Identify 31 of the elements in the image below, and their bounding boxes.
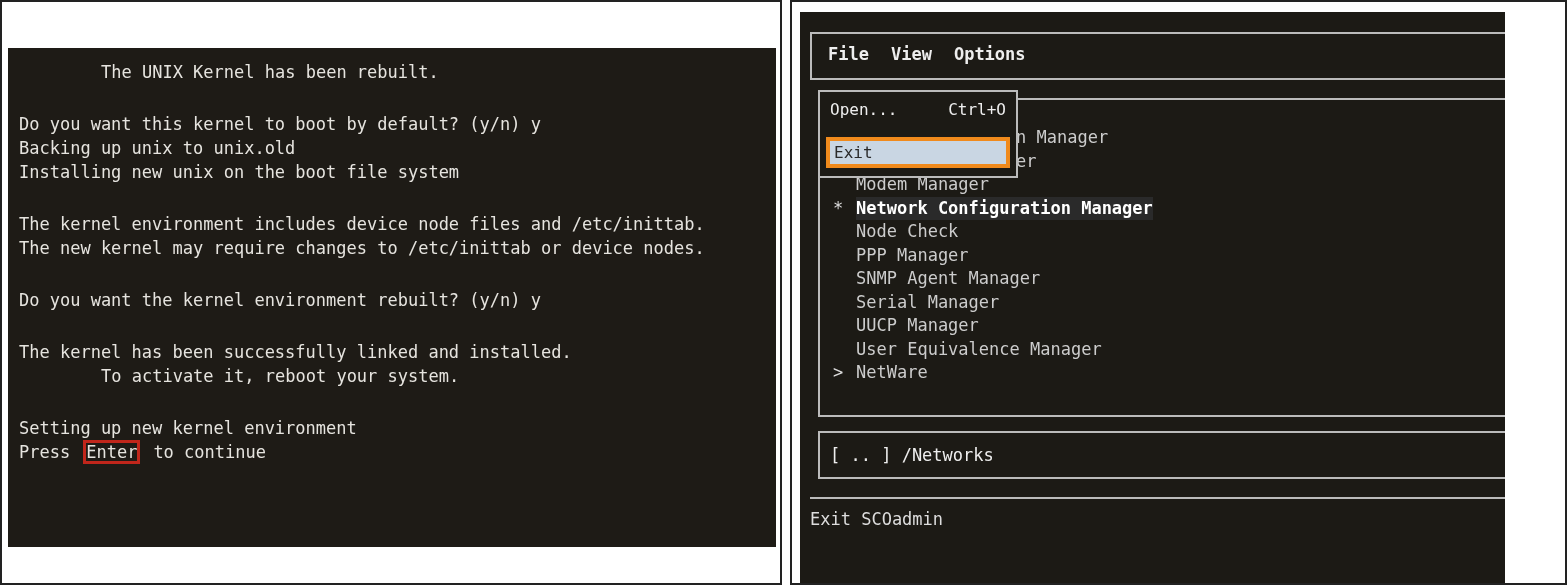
menu-item[interactable]: Open... Ctrl+O <box>826 96 1010 123</box>
list-item[interactable]: Node Check <box>856 220 959 244</box>
terminal-line: to continue <box>152 441 267 464</box>
terminal-line: The UNIX Kernel has been rebuilt. <box>100 61 440 84</box>
menu-title[interactable]: File <box>828 44 869 68</box>
terminal-line: Do you want this kernel to boot by default? (y/n) y <box>18 113 542 136</box>
menu-title[interactable]: Options <box>953 44 1026 68</box>
list-item[interactable]: SNMP Agent Manager <box>856 267 1041 291</box>
list-item[interactable]: n Manager <box>1016 126 1109 150</box>
menu-title[interactable]: View <box>890 44 932 68</box>
item-marker: * <box>832 197 844 218</box>
terminal-line: Installing new unix on the boot file system <box>18 161 461 184</box>
terminal-line: The new kernel may require changes to /etc/inittab or device nodes. <box>18 237 706 260</box>
terminal-line: Do you want the kernel environment rebuilt? (y/n) y <box>18 289 542 312</box>
item-marker: > <box>832 362 844 382</box>
list-item[interactable]: User Equivalence Manager <box>856 337 1102 361</box>
terminal-line: The kernel environment includes device node files and /etc/inittab. <box>18 213 706 236</box>
path-text: [ .. ] /Networks <box>830 444 994 465</box>
list-item[interactable]: UUCP Manager <box>856 314 979 338</box>
terminal-line: Setting up new kernel environment <box>18 417 358 440</box>
list-item[interactable]: Network Configuration Manager <box>856 196 1153 220</box>
list-item[interactable]: Serial Manager <box>856 290 1000 314</box>
terminal-line: Press <box>18 441 72 464</box>
terminal-line: To activate it, reboot your system. <box>100 365 461 388</box>
terminal-line: The kernel has been successfully linked and installed. <box>18 341 573 364</box>
menu-item[interactable]: Exit <box>826 137 1010 168</box>
list-item[interactable]: PPP Manager <box>856 243 969 267</box>
highlighted-word: Enter <box>83 440 141 464</box>
terminal-line: Backing up unix to unix.old <box>18 137 297 160</box>
status-text: Exit SCOadmin <box>810 508 944 529</box>
list-item[interactable]: NetWare <box>856 361 928 385</box>
